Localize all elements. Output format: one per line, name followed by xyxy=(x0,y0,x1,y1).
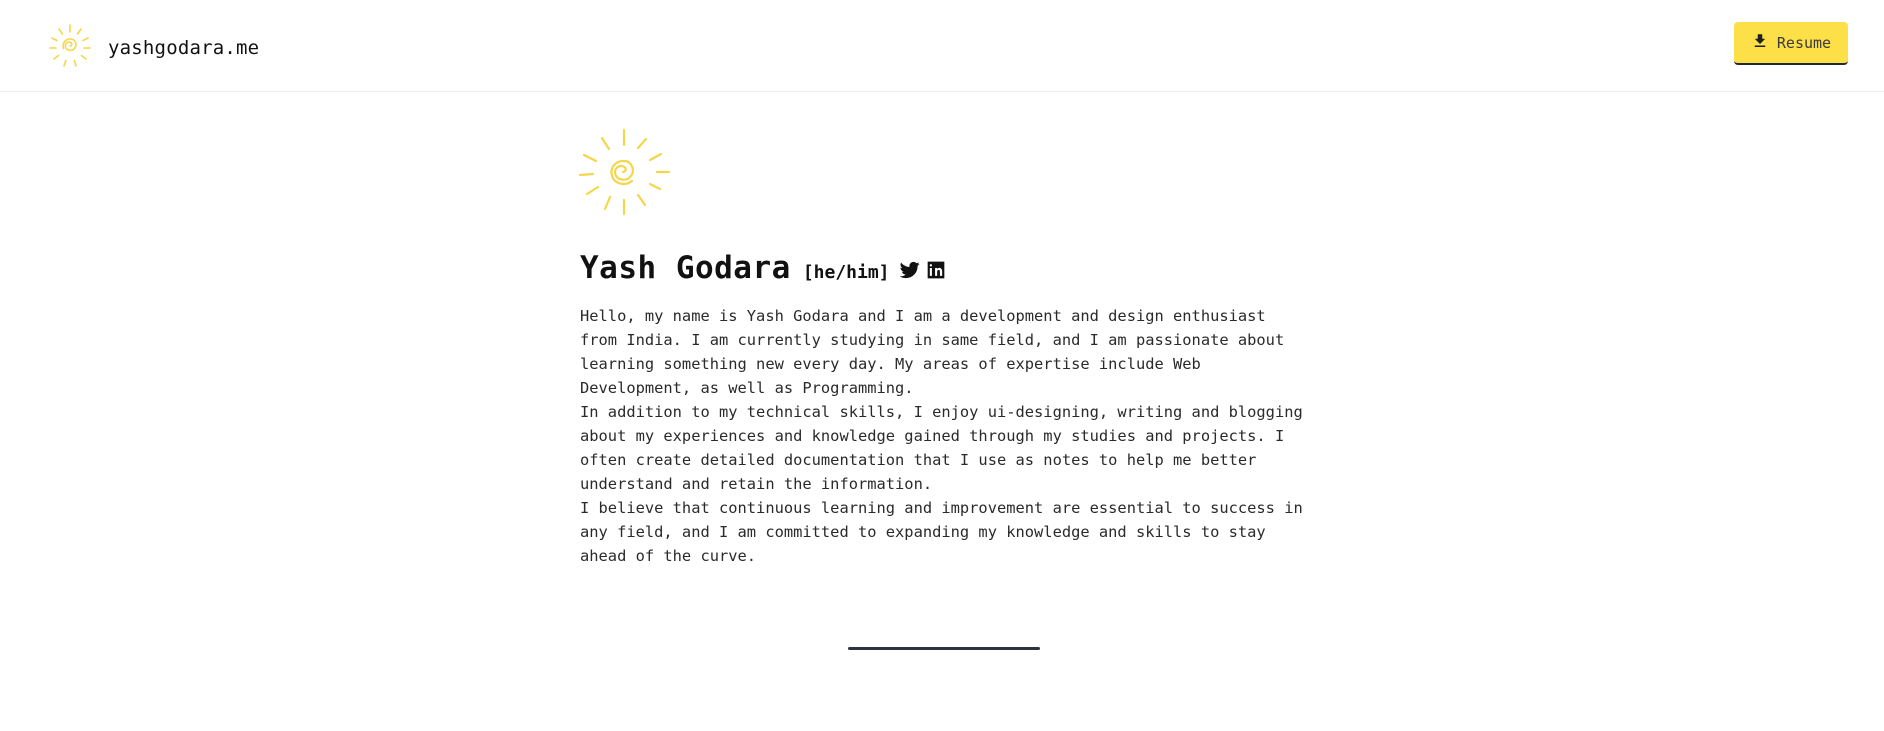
bio-paragraph: Hello, my name is Yash Godara and I am a… xyxy=(580,307,1285,397)
twitter-icon[interactable] xyxy=(899,260,920,280)
pronouns: [he/him] xyxy=(802,262,890,283)
sun-spiral-icon xyxy=(578,128,671,216)
social-links xyxy=(899,260,946,280)
resume-label: Resume xyxy=(1776,33,1832,52)
sun-spiral-icon xyxy=(46,22,94,74)
profile-heading: Yash Godara [he/him] xyxy=(580,250,946,286)
linkedin-icon[interactable] xyxy=(926,260,946,280)
resume-download-button[interactable]: Resume xyxy=(1734,22,1848,65)
bio-paragraph: I believe that continuous learning and i… xyxy=(580,499,1303,565)
download-icon xyxy=(1751,32,1769,54)
bio-paragraph: In addition to my technical skills, I en… xyxy=(580,403,1303,493)
section-divider xyxy=(848,647,1040,650)
site-header: yashgodara.me Resume xyxy=(0,0,1884,92)
brand-name: yashgodara.me xyxy=(108,37,260,59)
bio-text: Hello, my name is Yash Godara and I am a… xyxy=(580,304,1310,568)
brand-link[interactable]: yashgodara.me xyxy=(46,22,259,74)
hero-sun-logo xyxy=(577,128,673,218)
profile-name: Yash Godara xyxy=(580,250,791,286)
